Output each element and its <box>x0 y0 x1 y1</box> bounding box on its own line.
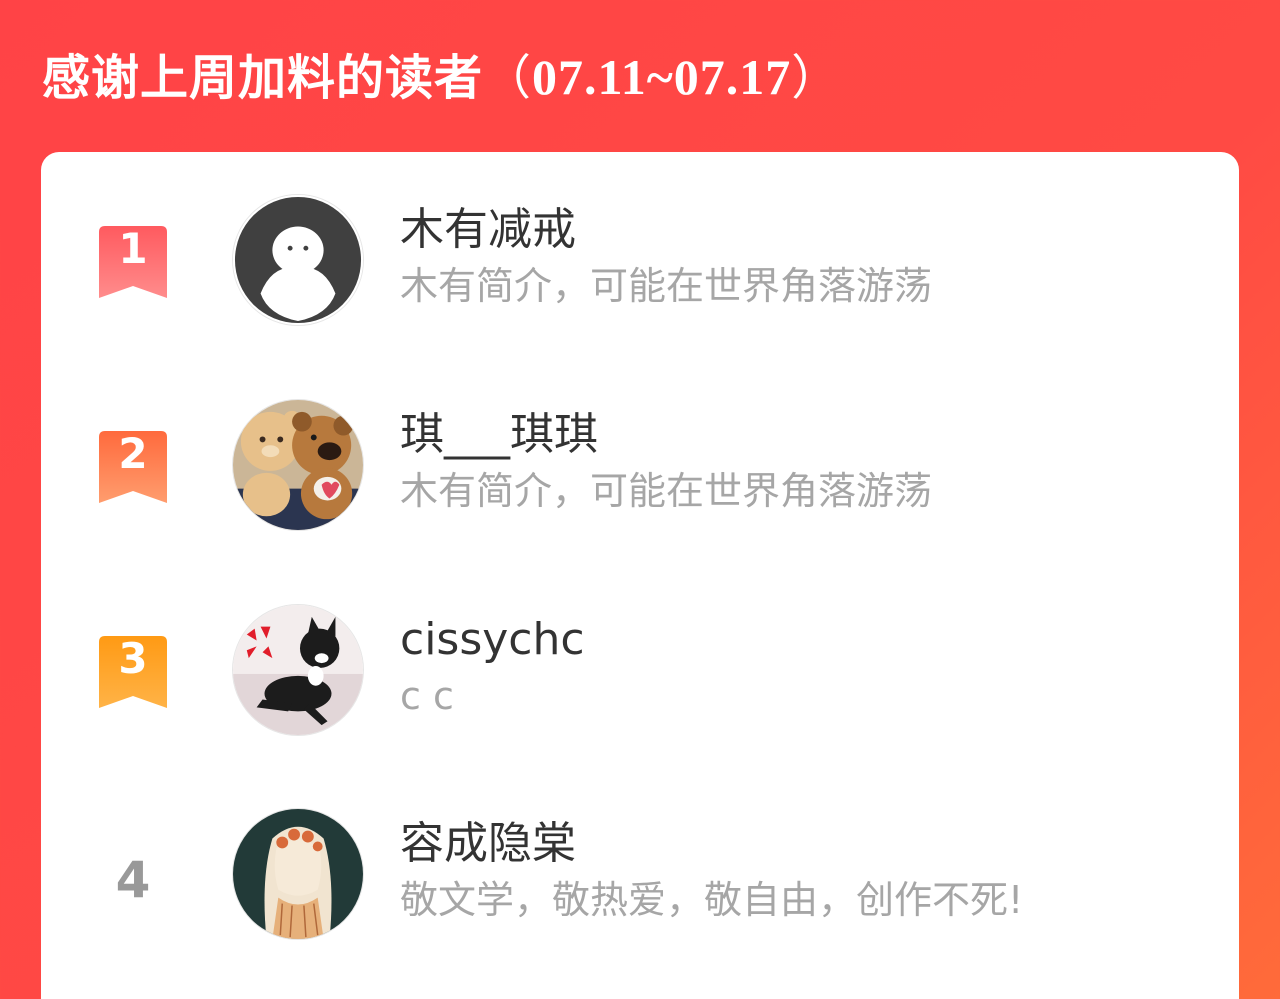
rank-number: 1 <box>118 224 148 273</box>
rank-number: 3 <box>118 634 148 683</box>
page-title-close-paren: ） <box>791 50 841 106</box>
reader-row-1[interactable]: 1 木有减戒 木有简介，可能在世界角落游荡 <box>41 152 1239 326</box>
rank-badge-3: 3 <box>99 636 167 708</box>
avatar[interactable] <box>232 604 364 736</box>
rank-number: 2 <box>118 429 148 478</box>
rank-badge-2: 2 <box>99 431 167 503</box>
reader-row-2[interactable]: 2 琪___琪琪 木有简介，可能在世界角落游荡 <box>41 357 1239 531</box>
reader-bio: 木有简介，可能在世界角落游荡 <box>400 264 933 308</box>
reader-bio: 敬文学，敬热爱，敬自由，创作不死! <box>400 878 1024 922</box>
reader-list-card: 1 木有减戒 木有简介，可能在世界角落游荡 2 琪___琪琪 木有简介，可能在世… <box>41 152 1239 999</box>
reader-row-4[interactable]: 4 容成隐棠 敬文学，敬热爱，敬自由，创作不死! <box>41 766 1239 940</box>
black-kitten-avatar-icon <box>233 605 363 735</box>
rank-badge-1: 1 <box>99 226 167 298</box>
page-title-date-range: 07.11~07.17 <box>532 49 792 105</box>
reader-name: 木有减戒 <box>400 204 576 255</box>
reader-row-3[interactable]: 3 cissychc c c <box>41 562 1239 736</box>
page-title-open-paren: （ <box>483 50 533 106</box>
reader-bio: c c <box>400 674 454 718</box>
teddy-bears-avatar-icon <box>233 400 363 530</box>
reader-bio: 木有简介，可能在世界角落游荡 <box>400 469 933 513</box>
reader-name: 容成隐棠 <box>400 818 576 869</box>
illustrated-girl-avatar-icon <box>233 809 363 939</box>
reader-name: cissychc <box>400 614 585 665</box>
page-title-text: 感谢上周加料的读者 <box>42 50 484 106</box>
page-title: 感谢上周加料的读者（07.11~07.17） <box>42 42 840 112</box>
default-avatar-icon <box>233 195 363 325</box>
rank-number: 4 <box>115 851 151 909</box>
reader-name: 琪___琪琪 <box>400 409 598 460</box>
avatar[interactable] <box>232 808 364 940</box>
avatar[interactable] <box>232 399 364 531</box>
avatar[interactable] <box>232 194 364 326</box>
